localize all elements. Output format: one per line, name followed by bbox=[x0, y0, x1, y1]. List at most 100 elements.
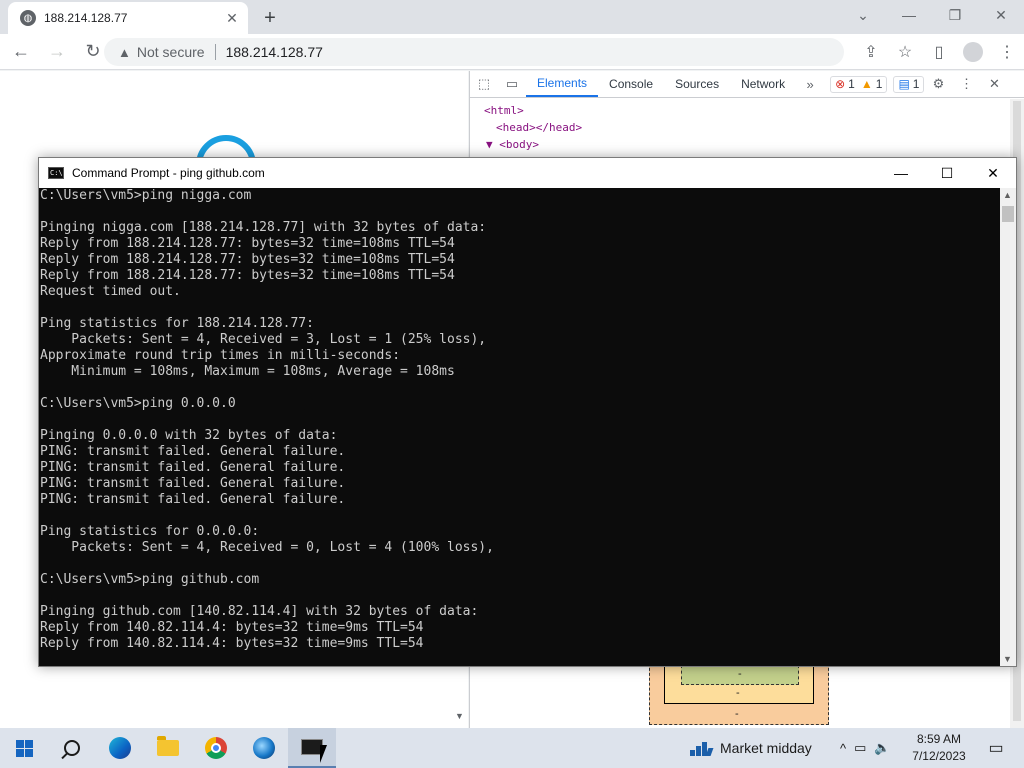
console-line: Pinging nigga.com [188.214.128.77] with … bbox=[40, 220, 487, 235]
volume-muted-icon[interactable]: 🔈 bbox=[874, 740, 890, 756]
warning-icon[interactable]: ▲ bbox=[118, 45, 131, 60]
dom-node-head[interactable]: <head></head> bbox=[484, 119, 1024, 136]
profile-icon[interactable] bbox=[963, 42, 983, 62]
share-icon[interactable]: ⇪ bbox=[854, 37, 888, 67]
clock-time: 8:59 AM bbox=[916, 732, 962, 746]
news-widget[interactable]: Market midday bbox=[690, 728, 812, 768]
console-line: PING: transmit failed. General failure. bbox=[40, 460, 346, 475]
new-tab-button[interactable]: + bbox=[258, 6, 282, 30]
url-text[interactable]: 188.214.128.77 bbox=[226, 44, 323, 60]
restore-icon[interactable]: ❐ bbox=[932, 0, 978, 30]
console-line: C:\Users\vm5>ping 0.0.0.0 bbox=[40, 396, 236, 411]
cmd-app-icon: C:\ bbox=[48, 167, 64, 179]
edge-icon bbox=[109, 737, 131, 759]
cmd-titlebar[interactable]: C:\ Command Prompt - ping github.com — ☐… bbox=[39, 158, 1016, 188]
taskbar-chrome[interactable] bbox=[192, 728, 240, 768]
menu-icon[interactable]: ⋮ bbox=[990, 37, 1024, 67]
close-devtools-icon[interactable]: ✕ bbox=[980, 71, 1008, 97]
messages-badge[interactable]: ▤ 1 bbox=[893, 75, 925, 93]
start-button[interactable] bbox=[0, 728, 48, 768]
taskbar-edge[interactable] bbox=[96, 728, 144, 768]
scroll-up-arrow-icon[interactable]: ▲ bbox=[1003, 190, 1012, 200]
issues-badge[interactable]: ⊗ 1 ▲ 1 bbox=[830, 75, 888, 93]
error-count: 1 bbox=[848, 77, 855, 91]
star-icon[interactable]: ☆ bbox=[888, 37, 922, 67]
console-line: Minimum = 108ms, Maximum = 108ms, Averag… bbox=[40, 364, 455, 379]
console-line: C:\Users\vm5>ping github.com bbox=[40, 572, 260, 587]
console-line: Ping statistics for 188.214.128.77: bbox=[40, 316, 314, 331]
cmd-scrollbar-thumb[interactable] bbox=[1002, 206, 1014, 222]
tab-console[interactable]: Console bbox=[598, 71, 664, 97]
inspect-element-icon[interactable]: ⬚ bbox=[470, 71, 498, 97]
taskbar-clock[interactable]: 8:59 AM 7/12/2023 bbox=[904, 731, 974, 765]
console-line: PING: transmit failed. General failure. bbox=[40, 492, 346, 507]
mouse-cursor-icon bbox=[320, 745, 327, 763]
address-bar[interactable]: ▲ Not secure 188.214.128.77 bbox=[104, 38, 844, 66]
search-button[interactable] bbox=[48, 728, 96, 768]
console-line: PING: transmit failed. General failure. bbox=[40, 444, 346, 459]
network-icon[interactable]: ▭ bbox=[854, 740, 866, 756]
dom-node-body[interactable]: ▼ <body> bbox=[484, 136, 1024, 153]
padding-value[interactable]: - bbox=[738, 668, 742, 680]
taskbar-file-explorer[interactable] bbox=[144, 728, 192, 768]
tab-network[interactable]: Network bbox=[730, 71, 796, 97]
dom-node-html[interactable]: <html> bbox=[484, 102, 1024, 119]
side-panel-icon[interactable]: ▯ bbox=[922, 37, 956, 67]
console-line: Request timed out. bbox=[40, 284, 181, 299]
cmd-maximize-button[interactable]: ☐ bbox=[924, 158, 970, 188]
close-tab-icon[interactable]: ✕ bbox=[224, 10, 240, 26]
back-button[interactable]: ← bbox=[6, 37, 36, 67]
console-line: Reply from 188.214.128.77: bytes=32 time… bbox=[40, 252, 455, 267]
console-line: Ping statistics for 0.0.0.0: bbox=[40, 524, 260, 539]
globe-app-icon bbox=[253, 737, 275, 759]
taskbar-command-prompt[interactable] bbox=[288, 728, 336, 768]
cmd-scrollbar[interactable]: ▲ ▼ bbox=[1000, 188, 1016, 666]
cmd-window-controls: — ☐ ✕ bbox=[878, 158, 1016, 188]
notification-center-icon[interactable]: ▭ bbox=[978, 728, 1014, 768]
box-model-diagram: - - - bbox=[649, 663, 829, 725]
forward-button[interactable]: → bbox=[42, 37, 72, 67]
margin-value[interactable]: - bbox=[735, 708, 739, 720]
toolbar-actions: ⇪ ☆ ▯ ⋮ bbox=[854, 34, 1024, 70]
devtools-tabbar: ⬚ ▭ Elements Console Sources Network » ⊗… bbox=[470, 71, 1024, 98]
globe-icon: ◍ bbox=[20, 10, 36, 26]
search-icon bbox=[64, 740, 80, 756]
command-prompt-window[interactable]: C:\ Command Prompt - ping github.com — ☐… bbox=[38, 157, 1017, 667]
console-output[interactable]: C:\Users\vm5>ping nigga.com Pinging nigga… bbox=[39, 188, 1001, 666]
console-line: Reply from 140.82.114.4: bytes=32 time=9… bbox=[40, 620, 424, 635]
console-line: Pinging 0.0.0.0 with 32 bytes of data: bbox=[40, 428, 338, 443]
console-line: Reply from 188.214.128.77: bytes=32 time… bbox=[40, 236, 455, 251]
border-value[interactable]: - bbox=[736, 687, 740, 699]
console-line: PING: transmit failed. General failure. bbox=[40, 476, 346, 491]
cmd-close-button[interactable]: ✕ bbox=[970, 158, 1016, 188]
taskbar-app[interactable] bbox=[240, 728, 288, 768]
scroll-down-arrow-icon[interactable]: ▼ bbox=[1003, 654, 1012, 664]
close-window-icon[interactable]: ✕ bbox=[978, 0, 1024, 30]
devtools-menu-icon[interactable]: ⋮ bbox=[952, 71, 980, 97]
chrome-icon bbox=[205, 737, 227, 759]
device-toolbar-icon[interactable]: ▭ bbox=[498, 71, 526, 97]
clock-date: 7/12/2023 bbox=[912, 749, 966, 763]
browser-tab[interactable]: ◍ 188.214.128.77 ✕ bbox=[8, 2, 248, 34]
scroll-down-arrow-icon[interactable]: ▼ bbox=[455, 711, 464, 721]
warning-count: 1 bbox=[875, 77, 883, 91]
tab-elements[interactable]: Elements bbox=[526, 71, 599, 97]
tab-title: 188.214.128.77 bbox=[44, 11, 128, 25]
more-tabs-icon[interactable]: » bbox=[796, 71, 824, 97]
console-line: C:\Users\vm5>ping nigga.com bbox=[40, 188, 252, 203]
tab-strip: ◍ 188.214.128.77 ✕ + ⌄ — ❐ ✕ bbox=[0, 0, 1024, 34]
console-line: Pinging github.com [140.82.114.4] with 3… bbox=[40, 604, 479, 619]
settings-gear-icon[interactable]: ⚙ bbox=[924, 71, 952, 97]
console-line: Approximate round trip times in milli-se… bbox=[40, 348, 401, 363]
tab-search-icon[interactable]: ⌄ bbox=[840, 0, 886, 30]
show-hidden-icons-icon[interactable]: ^ bbox=[840, 741, 846, 756]
not-secure-label[interactable]: Not secure bbox=[137, 44, 216, 60]
dom-tree: <html> <head></head> ▼ <body> bbox=[470, 98, 1024, 153]
cmd-minimize-button[interactable]: — bbox=[878, 158, 924, 188]
minimize-icon[interactable]: — bbox=[886, 0, 932, 30]
news-widget-label: Market midday bbox=[720, 740, 812, 756]
tab-sources[interactable]: Sources bbox=[664, 71, 730, 97]
